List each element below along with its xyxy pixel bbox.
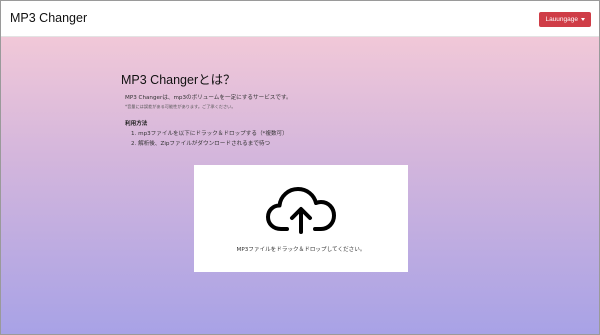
volume-note: *音量には誤差がある可能性があります。ご了承ください。 (125, 104, 236, 109)
usage-step: 2. 解析後、Zipファイルがダウンロードされるまで待つ (131, 141, 271, 147)
language-button-label: Lauungage (545, 16, 578, 23)
usage-step: 1. mp3ファイルを以下にドラック＆ドロップする（*複数可） (131, 131, 288, 137)
language-dropdown-button[interactable]: Lauungage (539, 12, 591, 27)
service-description: MP3 Changerは、mp3のボリュームを一定にするサービスです。 (125, 95, 292, 101)
caret-down-icon (581, 18, 585, 21)
navbar: MP3 Changer Lauungage (1, 1, 599, 37)
dropzone-instruction: MP3ファイルをドラック＆ドロップしてください。 (236, 247, 366, 253)
usage-heading: 利用方法 (125, 121, 148, 127)
page-title: MP3 Changerとは？ (121, 73, 236, 87)
app-window: MP3 Changer Lauungage MP3 Changerとは？ MP3… (0, 0, 600, 335)
usage-steps: 1. mp3ファイルを以下にドラック＆ドロップする（*複数可） 2. 解析後、Z… (131, 129, 421, 147)
main-content: MP3 Changerとは？ MP3 Changerは、mp3のボリュームを一定… (1, 37, 599, 334)
brand-title[interactable]: MP3 Changer (10, 11, 87, 25)
cloud-upload-icon (266, 187, 336, 234)
file-dropzone[interactable]: MP3ファイルをドラック＆ドロップしてください。 (194, 165, 408, 272)
intro-section: MP3 Changerとは？ MP3 Changerは、mp3のボリュームを一定… (121, 69, 421, 147)
